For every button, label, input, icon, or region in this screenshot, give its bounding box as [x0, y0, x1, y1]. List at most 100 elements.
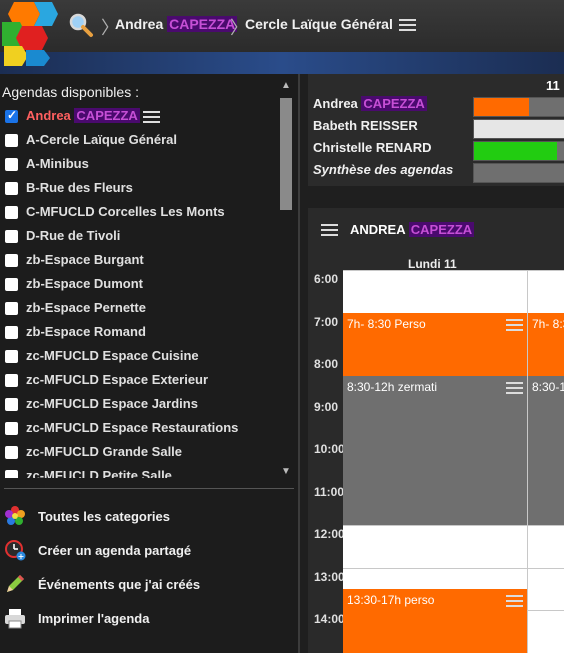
printer-icon: [5, 609, 25, 629]
event-label: 8:30-1: [532, 380, 564, 395]
agenda-label: A-Cercle Laïque Général: [26, 132, 177, 147]
summary-row[interactable]: Synthèse des agendas: [313, 162, 564, 184]
day-header[interactable]: Lundi 11: [408, 257, 457, 271]
scrollbar-thumb[interactable]: [280, 98, 292, 210]
summary-row[interactable]: Christelle RENARD: [313, 140, 564, 162]
agenda-list[interactable]: Andrea CAPEZZA A-Cercle Laïque Général A-M…: [0, 106, 278, 478]
agenda-label: zc-MFUCLD Espace Exterieur: [26, 372, 209, 387]
event-label: 7h- 8:3: [532, 316, 564, 331]
agenda-label: A-Minibus: [26, 156, 89, 171]
agenda-label: zc-MFUCLD Espace Restaurations: [26, 420, 239, 435]
agenda-label: zb-Espace Dumont: [26, 276, 144, 291]
day-grid[interactable]: 7h- 8:30 Perso 7h- 8:3 8:30-12h zermati 8:3…: [343, 270, 564, 653]
agenda-checkbox[interactable]: [5, 278, 18, 291]
hour-label: 6:00: [314, 272, 339, 286]
summary-row[interactable]: Andrea CAPEZZA: [313, 96, 564, 118]
agenda-checkbox[interactable]: [5, 230, 18, 243]
agenda-checkbox[interactable]: [5, 254, 18, 267]
hour-label: 7:00: [314, 314, 339, 329]
name-highlight: CAPEZZA: [361, 96, 427, 111]
name-highlight: CAPEZZA: [167, 16, 238, 32]
event-menu-icon[interactable]: [506, 318, 523, 333]
agenda-label: B-Rue des Fleurs: [26, 180, 133, 195]
hour-label: 10:00: [314, 442, 345, 456]
calendar-menu-icon[interactable]: [321, 223, 338, 238]
event-label: 7h- 8:30 Perso: [347, 316, 426, 331]
calendar-event[interactable]: 7h- 8:30 Perso: [343, 312, 527, 377]
calendar-event[interactable]: 7h- 8:3: [528, 312, 564, 377]
agenda-scrollbar[interactable]: ▲ ▼: [278, 80, 294, 478]
agenda-checkbox[interactable]: [5, 134, 18, 147]
hour-label: 14:00: [314, 612, 345, 626]
hour-label: 9:00: [314, 399, 339, 414]
summary-name: Babeth REISSER: [313, 118, 418, 133]
name-highlight: CAPEZZA: [74, 108, 140, 123]
agenda-checkbox[interactable]: [5, 158, 18, 171]
agenda-label: D-Rue de Tivoli: [26, 228, 121, 243]
app-logo[interactable]: [0, 0, 60, 66]
divider: [4, 488, 294, 489]
agenda-label: zb-Espace Pernette: [26, 300, 146, 315]
agenda-label: Andrea CAPEZZA: [26, 108, 140, 123]
top-bar: 〉 Andrea CAPEZZA 〉 Cercle Laïque Général: [0, 0, 564, 52]
name-highlight: CAPEZZA: [408, 222, 475, 237]
left-panel: Agendas disponibles : Andrea CAPEZZA A-Ce…: [0, 74, 300, 653]
agenda-summary: 11 Andrea CAPEZZA Babeth REISSER Christell…: [308, 74, 564, 186]
search-icon[interactable]: [68, 12, 94, 38]
agenda-checkbox[interactable]: [5, 422, 18, 435]
agenda-label: zc-MFUCLD Grande Salle: [26, 444, 183, 459]
summary-name: Synthèse des agendas: [313, 162, 454, 177]
availability-fill: [474, 142, 557, 160]
hour-line: [343, 270, 564, 271]
availability-bar[interactable]: [473, 163, 564, 183]
header-band: [0, 52, 564, 74]
agenda-checkbox[interactable]: [5, 398, 18, 411]
breadcrumb-user[interactable]: Andrea CAPEZZA: [115, 16, 238, 32]
agenda-label: zb-Espace Burgant: [26, 252, 144, 267]
agenda-menu-icon[interactable]: [143, 110, 160, 125]
summary-day-number: 11: [546, 78, 560, 93]
agenda-checkbox[interactable]: [5, 302, 18, 315]
calendar-event[interactable]: 13:30-17h perso: [343, 588, 527, 653]
calendar-event[interactable]: 8:30-1: [528, 376, 564, 525]
agenda-checkbox[interactable]: [5, 182, 18, 195]
breadcrumb-location[interactable]: Cercle Laïque Général: [245, 16, 393, 32]
hour-line: [343, 525, 564, 526]
hour-label: 12:00: [314, 527, 345, 541]
availability-bar[interactable]: [473, 119, 564, 139]
agenda-checkbox[interactable]: [5, 108, 18, 123]
shared-calendar-icon: +: [5, 540, 26, 561]
agenda-checkbox[interactable]: [5, 374, 18, 387]
calendar-header: ANDREA CAPEZZA: [308, 208, 564, 252]
flower-icon: [5, 506, 25, 525]
agenda-label: zc-MFUCLD Petite Salle: [26, 468, 172, 478]
agenda-label: zb-Espace Romand: [26, 324, 146, 339]
summary-name: Andrea: [313, 96, 358, 111]
agenda-checkbox[interactable]: [5, 470, 18, 478]
agenda-checkbox[interactable]: [5, 206, 18, 219]
availability-bar[interactable]: [473, 141, 564, 161]
scroll-up-icon[interactable]: ▲: [281, 80, 291, 91]
scroll-down-icon[interactable]: ▼: [281, 466, 291, 477]
calendar-owner: ANDREA CAPEZZA: [350, 222, 475, 237]
agenda-checkbox[interactable]: [5, 350, 18, 363]
calendar-event[interactable]: 8:30-12h zermati: [343, 376, 527, 525]
menu-icon[interactable]: [399, 18, 416, 33]
summary-row[interactable]: Babeth REISSER: [313, 118, 564, 140]
event-menu-icon[interactable]: [506, 594, 523, 609]
event-menu-icon[interactable]: [506, 381, 523, 396]
agenda-checkbox[interactable]: [5, 326, 18, 339]
hour-line: [343, 567, 564, 569]
svg-text:+: +: [18, 552, 25, 561]
availability-fill: [474, 98, 529, 116]
event-label: 8:30-12h zermati: [347, 380, 438, 395]
agenda-checkbox[interactable]: [5, 446, 18, 459]
summary-name: Christelle RENARD: [313, 140, 432, 155]
pencil-icon: [7, 575, 24, 592]
hour-label: 8:00: [314, 357, 339, 371]
agenda-label: zc-MFUCLD Espace Jardins: [26, 396, 198, 411]
agendas-title: Agendas disponibles :: [2, 84, 139, 100]
hour-label: 13:00: [314, 569, 345, 584]
agenda-label: C-MFUCLD Corcelles Les Monts: [26, 204, 225, 219]
availability-bar[interactable]: [473, 97, 564, 117]
